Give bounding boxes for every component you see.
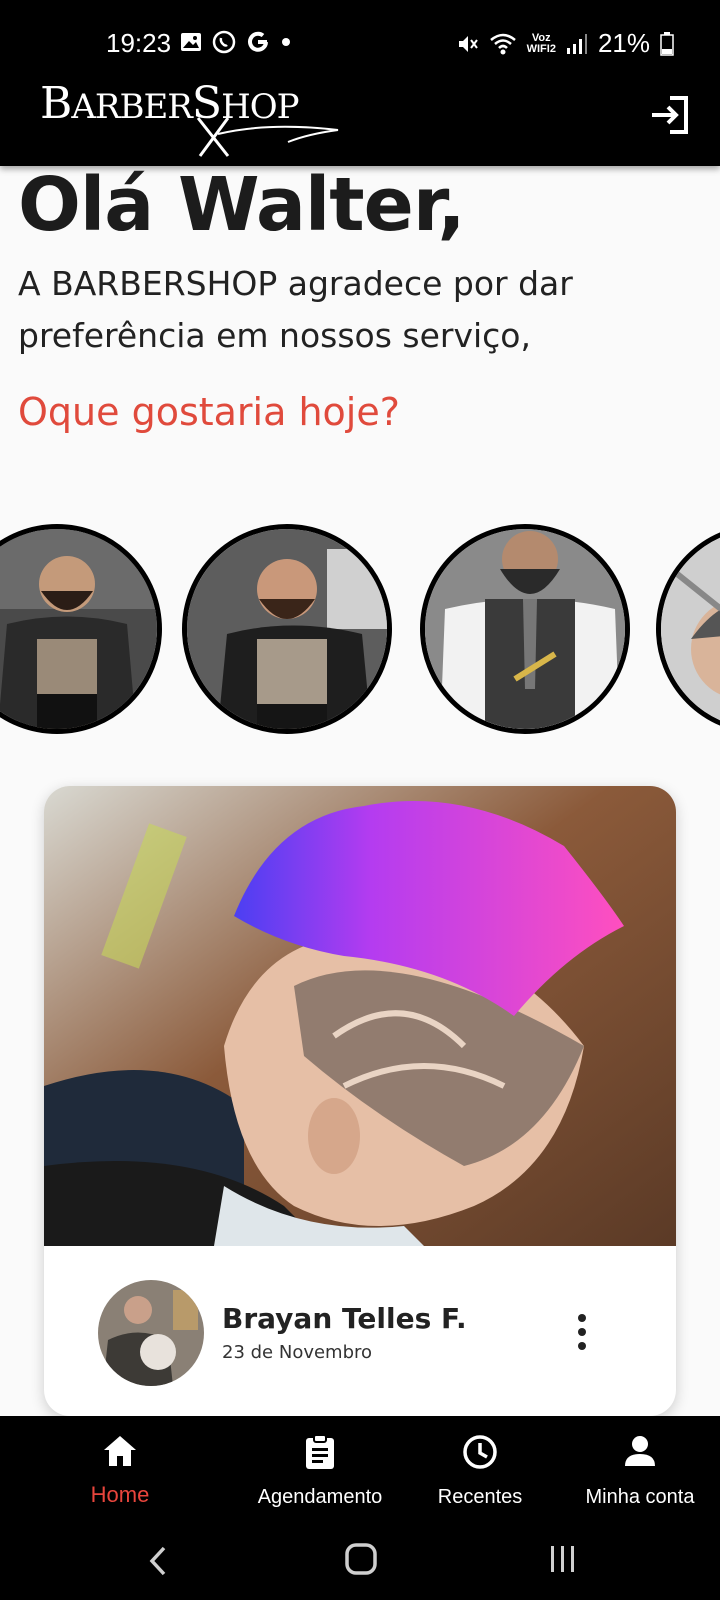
nav-minha-conta-label: Minha conta (585, 1486, 695, 1508)
more-options-icon[interactable] (572, 1312, 592, 1352)
back-icon[interactable] (146, 1544, 170, 1578)
home-icon (104, 1436, 136, 1466)
nav-home[interactable]: Home (30, 1416, 210, 1520)
bottom-navigation: Home Agendamento Recentes Minha conta (0, 1416, 720, 1520)
barber-carousel[interactable] (0, 520, 720, 740)
system-navigation-bar (0, 1520, 720, 1600)
question-heading: Oque gostaria hoje? (18, 390, 400, 434)
nav-minha-conta[interactable]: Minha conta (550, 1416, 720, 1520)
barber-avatar-1[interactable] (0, 524, 162, 734)
nav-agendamento[interactable]: Agendamento (230, 1416, 410, 1520)
nav-recentes[interactable]: Recentes (390, 1416, 570, 1520)
person-icon (625, 1436, 655, 1466)
logo-letter-b: B (40, 78, 72, 129)
system-status: Voz WIFI2 21% (455, 28, 674, 59)
post-card[interactable]: Brayan Telles F. 23 de Novembro (44, 786, 676, 1416)
wifi-icon (489, 33, 516, 54)
clipboard-icon (306, 1434, 334, 1469)
google-icon (248, 31, 268, 52)
network-label: Voz WIFI2 (526, 32, 556, 55)
logo-arber: ARBER (71, 87, 193, 127)
notification-icons (180, 30, 292, 54)
barber-avatar-4[interactable] (656, 524, 720, 734)
nav-recentes-label: Recentes (437, 1486, 523, 1508)
post-date: 23 de Novembro (222, 1342, 373, 1363)
app-bar: BARBERSHOP (0, 72, 720, 166)
scissors-logo-icon (196, 117, 339, 157)
haircut-photo (44, 786, 676, 1246)
signal-icon (566, 33, 587, 54)
home-system-icon[interactable] (344, 1542, 378, 1576)
welcome-message: A BARBERSHOP agradece por dar preferênci… (18, 264, 573, 355)
post-footer: Brayan Telles F. 23 de Novembro (44, 1246, 676, 1416)
author-name: Brayan Telles F. (222, 1302, 467, 1335)
barber-avatar-2[interactable] (182, 524, 392, 734)
battery-icon (660, 31, 674, 56)
nav-home-label: Home (90, 1482, 150, 1507)
battery-percent: 21% (597, 28, 650, 58)
image-notification-icon (181, 33, 201, 51)
recent-apps-icon[interactable] (548, 1544, 578, 1574)
network-label-bottom: WIFI2 (526, 42, 556, 55)
status-time: 19:23 (106, 28, 172, 58)
dot-icon (282, 38, 290, 46)
barber-avatar-3[interactable] (420, 524, 630, 734)
clock-icon (463, 1435, 497, 1469)
author-avatar[interactable] (98, 1280, 204, 1386)
greeting-title: Olá Walter, (18, 162, 466, 248)
login-button[interactable] (648, 92, 694, 138)
whatsapp-icon (212, 30, 236, 54)
nav-agendamento-label: Agendamento (257, 1486, 383, 1508)
mute-icon (458, 35, 478, 52)
